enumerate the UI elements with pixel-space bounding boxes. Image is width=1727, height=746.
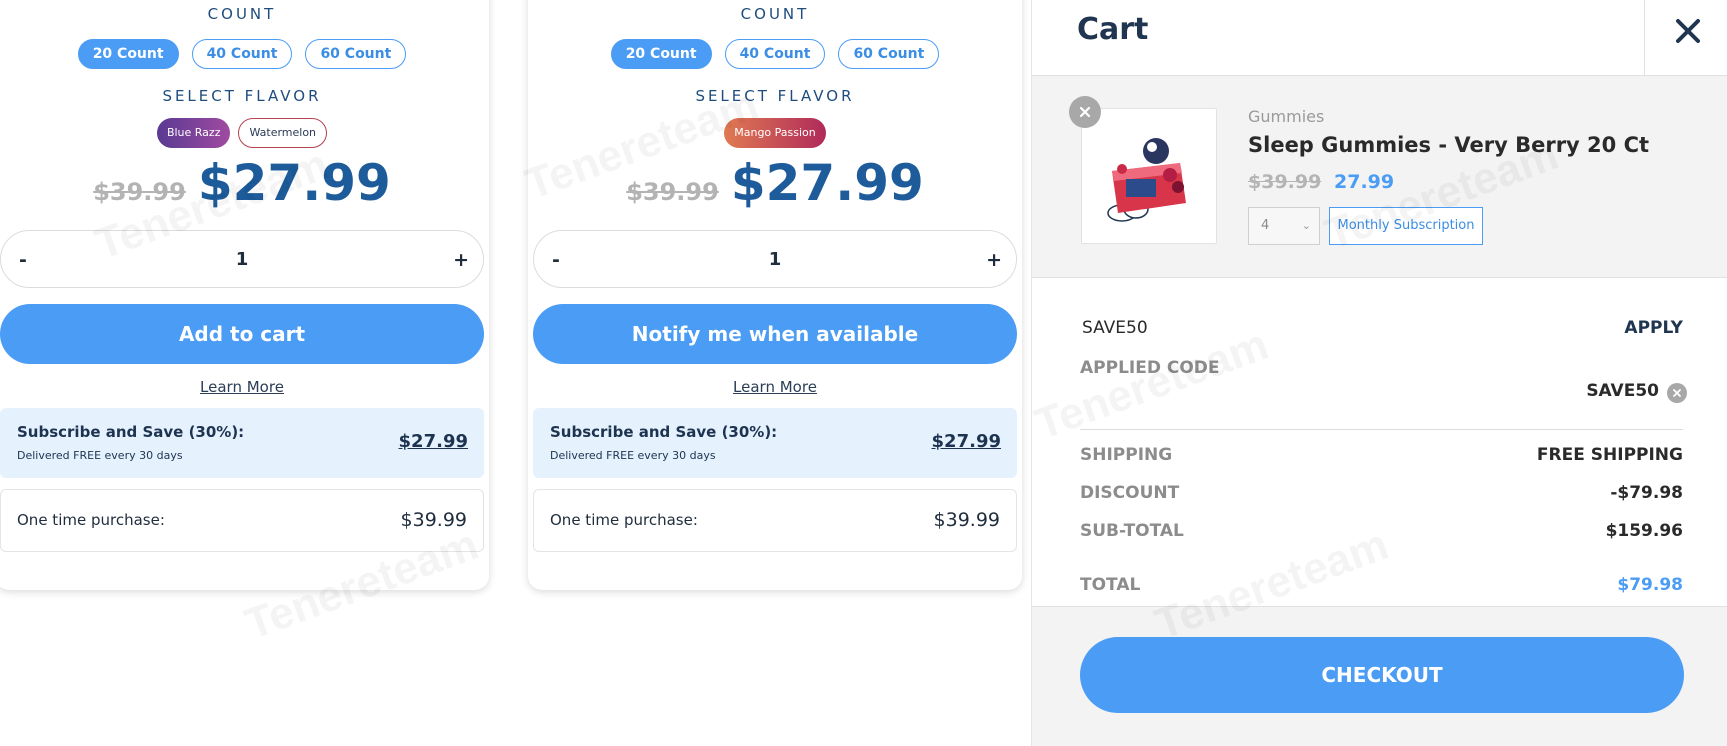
item-name[interactable]: Sleep Gummies - Very Berry 20 Ct bbox=[1248, 133, 1649, 157]
flavor-heading: SELECT FLAVOR bbox=[162, 87, 322, 105]
item-category: Gummies bbox=[1248, 107, 1325, 126]
applied-code-label: APPLIED CODE bbox=[1080, 358, 1220, 378]
close-cart-button[interactable] bbox=[1644, 0, 1727, 76]
subtotal-value: $159.96 bbox=[1605, 521, 1683, 541]
applied-code-value: SAVE50 bbox=[1586, 381, 1659, 401]
product-thumbnail bbox=[1081, 108, 1217, 244]
one-time-price: $39.99 bbox=[400, 509, 467, 531]
flavor-options: Blue Razz Watermelon bbox=[0, 118, 484, 148]
page: COUNT 20 Count 40 Count 60 Count SELECT … bbox=[0, 0, 1727, 746]
count-option-20[interactable]: 20 Count bbox=[610, 39, 712, 69]
increase-quantity-button[interactable]: + bbox=[986, 231, 1002, 289]
subscribe-price: $27.99 bbox=[398, 431, 468, 452]
product-image bbox=[1107, 138, 1186, 222]
count-option-60[interactable]: 60 Count bbox=[838, 39, 940, 69]
checkout-button[interactable]: CHECKOUT bbox=[1080, 637, 1684, 713]
count-option-20[interactable]: 20 Count bbox=[77, 39, 179, 69]
add-to-cart-button[interactable]: Add to cart bbox=[0, 304, 484, 364]
remove-code-button[interactable] bbox=[1667, 383, 1687, 403]
subtotal-label: SUB-TOTAL bbox=[1080, 521, 1184, 541]
count-options: 20 Count 40 Count 60 Count bbox=[0, 39, 484, 69]
count-option-40[interactable]: 40 Count bbox=[724, 39, 826, 69]
count-options: 20 Count 40 Count 60 Count bbox=[533, 39, 1017, 69]
subscribe-note: Delivered FREE every 30 days bbox=[550, 449, 716, 462]
increase-quantity-button[interactable]: + bbox=[453, 231, 469, 289]
chevron-down-icon: ⌄ bbox=[1301, 219, 1311, 232]
subscribe-option[interactable]: Subscribe and Save (30%): Delivered FREE… bbox=[0, 408, 484, 478]
close-icon bbox=[1673, 389, 1681, 397]
quantity-stepper: - 1 + bbox=[0, 230, 484, 288]
flavor-option-mango-passion[interactable]: Mango Passion bbox=[724, 118, 826, 148]
flavor-options: Mango Passion bbox=[533, 118, 1017, 148]
total-label: TOTAL bbox=[1080, 575, 1141, 595]
learn-more-link[interactable]: Learn More bbox=[533, 378, 1017, 398]
close-icon bbox=[1676, 19, 1700, 43]
promo-section: SAVE50 APPLY APPLIED CODE SAVE50 bbox=[1032, 278, 1727, 431]
discount-label: DISCOUNT bbox=[1080, 483, 1180, 503]
remove-item-button[interactable] bbox=[1069, 96, 1101, 128]
learn-more-link[interactable]: Learn More bbox=[0, 378, 484, 398]
subscribe-note: Delivered FREE every 30 days bbox=[17, 449, 183, 462]
original-price: $39.99 bbox=[93, 178, 186, 206]
total-value: $79.98 bbox=[1617, 575, 1683, 595]
promo-code-input[interactable]: SAVE50 bbox=[1082, 318, 1148, 338]
subscribe-price: $27.99 bbox=[931, 431, 1001, 452]
order-totals: SHIPPING FREE SHIPPING DISCOUNT -$79.98 … bbox=[1032, 431, 1727, 607]
discount-value: -$79.98 bbox=[1610, 483, 1683, 503]
divider bbox=[1080, 429, 1683, 430]
subscribe-title: Subscribe and Save (30%): bbox=[17, 423, 245, 441]
one-time-label: One time purchase: bbox=[17, 511, 165, 529]
price-row: $39.99 $27.99 bbox=[0, 154, 484, 220]
shipping-value: FREE SHIPPING bbox=[1536, 445, 1683, 465]
quantity-stepper: - 1 + bbox=[533, 230, 1017, 288]
cart-title: Cart bbox=[1077, 12, 1149, 47]
subscribe-title: Subscribe and Save (30%): bbox=[550, 423, 778, 441]
product-card: COUNT 20 Count 40 Count 60 Count SELECT … bbox=[528, 0, 1022, 590]
close-icon bbox=[1079, 106, 1091, 118]
quantity-value[interactable]: 1 bbox=[1, 231, 483, 289]
one-time-price: $39.99 bbox=[933, 509, 1000, 531]
count-heading: COUNT bbox=[740, 5, 810, 23]
notify-me-button[interactable]: Notify me when available bbox=[533, 304, 1017, 364]
one-time-option[interactable]: One time purchase: $39.99 bbox=[0, 489, 484, 552]
apply-button[interactable]: APPLY bbox=[1624, 318, 1683, 338]
count-option-60[interactable]: 60 Count bbox=[305, 39, 407, 69]
item-original-price: $39.99 bbox=[1248, 171, 1322, 193]
product-card: COUNT 20 Count 40 Count 60 Count SELECT … bbox=[0, 0, 489, 590]
cart-header: Cart bbox=[1032, 0, 1727, 76]
shipping-label: SHIPPING bbox=[1080, 445, 1173, 465]
item-price: 27.99 bbox=[1334, 171, 1395, 193]
flavor-option-blue-razz[interactable]: Blue Razz bbox=[156, 118, 231, 148]
flavor-option-watermelon[interactable]: Watermelon bbox=[238, 118, 328, 148]
price-row: $39.99 $27.99 bbox=[533, 154, 1017, 220]
one-time-option[interactable]: One time purchase: $39.99 bbox=[533, 489, 1017, 552]
item-quantity-select[interactable]: 4 ⌄ bbox=[1248, 207, 1320, 245]
count-heading: COUNT bbox=[207, 5, 277, 23]
one-time-label: One time purchase: bbox=[550, 511, 698, 529]
original-price: $39.99 bbox=[626, 178, 719, 206]
quantity-value[interactable]: 1 bbox=[534, 231, 1016, 289]
item-quantity-value: 4 bbox=[1261, 218, 1270, 233]
sale-price: $27.99 bbox=[730, 154, 924, 212]
count-option-40[interactable]: 40 Count bbox=[191, 39, 293, 69]
sale-price: $27.99 bbox=[197, 154, 391, 212]
flavor-heading: SELECT FLAVOR bbox=[695, 87, 855, 105]
checkout-area: CHECKOUT bbox=[1032, 607, 1727, 746]
subscribe-option[interactable]: Subscribe and Save (30%): Delivered FREE… bbox=[533, 408, 1017, 478]
monthly-subscription-button[interactable]: Monthly Subscription bbox=[1329, 207, 1483, 245]
cart-drawer: Cart Gummies Sleep Gummies - Very Berry … bbox=[1031, 0, 1727, 746]
cart-item: Gummies Sleep Gummies - Very Berry 20 Ct… bbox=[1032, 76, 1727, 278]
